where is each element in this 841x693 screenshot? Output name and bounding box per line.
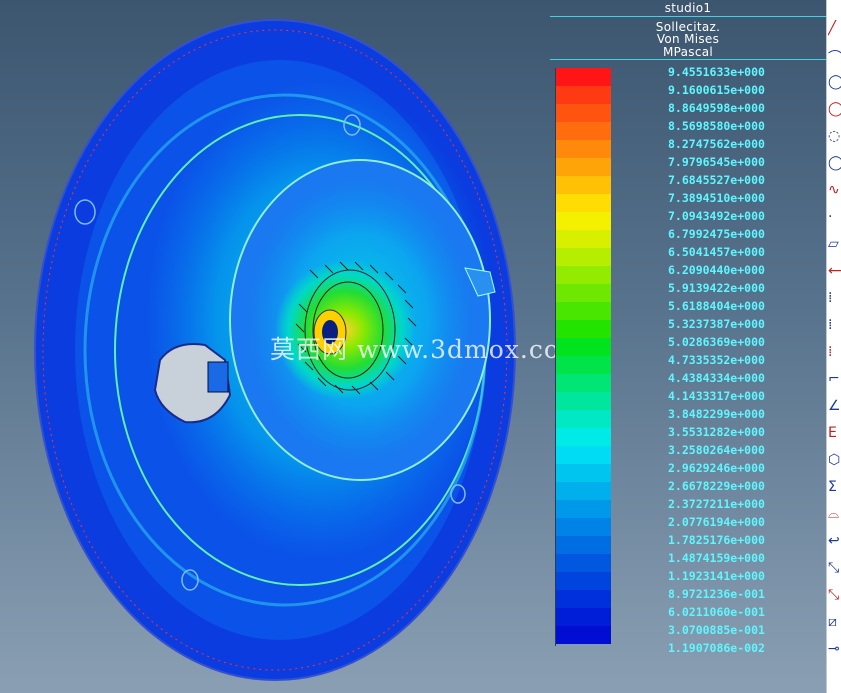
scale-swatch (556, 140, 611, 158)
scale-swatch (556, 536, 611, 554)
scale-swatch (556, 374, 611, 392)
watermark-text: 莫西网 www.3dmox.com (270, 335, 585, 364)
scale-swatch (556, 284, 611, 302)
hook-tool-icon[interactable]: ↩ (828, 533, 841, 551)
scale-swatch (556, 194, 611, 212)
scale-swatch (556, 266, 611, 284)
scale-swatch (556, 68, 611, 86)
dimension-tool-icon[interactable]: ⟷ (828, 263, 841, 281)
scale-value-label: 3.8482299e+000 (668, 407, 765, 421)
scale-value-label: 5.3237387e+000 (668, 317, 765, 331)
scale-value-label: 8.2747562e+000 (668, 137, 765, 151)
trim-tool-icon[interactable]: ⌐ (828, 371, 841, 389)
scale-swatch (556, 86, 611, 104)
scale-value-label: 1.1907086e-002 (668, 641, 765, 655)
scale-value-label: 7.0943492e+000 (668, 209, 765, 223)
scale-value-label: 7.6845527e+000 (668, 173, 765, 187)
spline-tool-icon[interactable]: ∿ (828, 182, 841, 200)
scale-value-label: 3.0700885e-001 (668, 623, 765, 637)
scale-value-label: 1.1923141e+000 (668, 569, 765, 583)
e-tool-icon[interactable]: E (828, 425, 841, 443)
scale-value-label: 5.6188404e+000 (668, 299, 765, 313)
scale-swatch (556, 482, 611, 500)
rectangle-tool-icon[interactable]: ▱ (828, 236, 841, 254)
point-tool-icon[interactable]: · (828, 209, 841, 227)
legend-divider (550, 16, 826, 17)
scale-swatch (556, 356, 611, 374)
scale-swatch (556, 248, 611, 266)
scale-value-label: 9.1600615e+000 (668, 83, 765, 97)
scale-value-label: 1.7825176e+000 (668, 533, 765, 547)
color-scale-bar (555, 68, 611, 646)
legend-criterion: Von Mises (656, 32, 720, 46)
scale-swatch (556, 590, 611, 608)
scale-value-label: 2.6678229e+000 (668, 479, 765, 493)
scale-swatch (556, 446, 611, 464)
legend-title: studio1 (664, 1, 712, 15)
node-tool-icon[interactable]: ⁞ (828, 344, 841, 362)
chamfer-tool-icon[interactable]: ∠ (828, 398, 841, 416)
circle-tool-icon[interactable]: ◯ (828, 74, 841, 92)
scale-swatch (556, 428, 611, 446)
scale-swatch (556, 500, 611, 518)
ellipse-tool-icon[interactable]: ◯ (828, 155, 841, 173)
scale-value-label: 2.3727211e+000 (668, 497, 765, 511)
scale-swatch (556, 572, 611, 590)
scale-value-label: 7.3894510e+000 (668, 191, 765, 205)
scale-value-label: 7.9796545e+000 (668, 155, 765, 169)
scale-value-label: 9.4551633e+000 (668, 65, 765, 79)
scale-swatch (556, 302, 611, 320)
polygon-tool-icon[interactable]: ⬡ (828, 452, 841, 470)
sigma-tool-icon[interactable]: Σ (828, 479, 841, 497)
scale-swatch (556, 464, 611, 482)
scale-value-label: 5.0286369e+000 (668, 335, 765, 349)
circle-3pt-icon[interactable]: ◌ (828, 128, 841, 146)
scale-swatch (556, 608, 611, 626)
fillet-tool-icon[interactable]: ⌓ (828, 506, 841, 524)
node-tool-icon[interactable]: ⁞ (828, 290, 841, 308)
legend-unit: MPascal (662, 44, 714, 59)
scale-value-label: 4.1433317e+000 (668, 389, 765, 403)
scale-value-label: 8.8649598e+000 (668, 101, 765, 115)
node-tool-icon[interactable]: ⁞ (828, 317, 841, 335)
scale-value-label: 1.4874159e+000 (668, 551, 765, 565)
scale-swatch (556, 230, 611, 248)
scale-swatch (556, 122, 611, 140)
scale-value-label: 6.5041457e+000 (668, 245, 765, 259)
circle-tool-icon[interactable]: ◯ (828, 101, 841, 119)
scale-value-label: 6.2090440e+000 (668, 263, 765, 277)
scale-value-label: 6.0211060e-001 (668, 605, 765, 619)
offset-tool-icon[interactable]: ⤡ (828, 560, 841, 578)
scale-swatch (556, 338, 611, 356)
scale-swatch (556, 392, 611, 410)
scale-value-label: 5.9139422e+000 (668, 281, 765, 295)
scale-swatch (556, 626, 611, 644)
scale-swatch (556, 212, 611, 230)
line-tool-icon[interactable]: ╱ (828, 20, 841, 38)
scale-value-label: 8.9721236e-001 (668, 587, 765, 601)
scale-value-label: 3.2580264e+000 (668, 443, 765, 457)
scale-swatch (556, 320, 611, 338)
scale-swatch (556, 158, 611, 176)
scale-swatch (556, 104, 611, 122)
scale-swatch (556, 410, 611, 428)
drawing-toolbar: ╱ ⌒ ◯ ◯ ◌ ◯ ∿ · ▱ ⟷ ⁞ ⁞ ⁞ ⌐ ∠ E ⬡ Σ ⌓ ↩ ⤡ ⤡ ⧄ ⊸ (826, 0, 841, 693)
legend-header: studio1 Sollecitaz. Von Mises MPascal (550, 0, 826, 60)
measure-tool-icon[interactable]: ⊸ (828, 641, 841, 659)
scale-swatch (556, 554, 611, 572)
scale-value-label: 3.5531282e+000 (668, 425, 765, 439)
scale-swatch (556, 176, 611, 194)
scale-swatch (556, 518, 611, 536)
scale-value-label: 6.7992475e+000 (668, 227, 765, 241)
legend-divider (550, 59, 826, 60)
scale-value-label: 2.9629246e+000 (668, 461, 765, 475)
scale-value-label: 4.4384334e+000 (668, 371, 765, 385)
offset-tool-icon[interactable]: ⤡ (828, 587, 841, 605)
arc-tool-icon[interactable]: ⌒ (828, 47, 841, 65)
scale-value-label: 4.7335352e+000 (668, 353, 765, 367)
mirror-tool-icon[interactable]: ⧄ (828, 614, 841, 632)
scale-value-label: 8.5698580e+000 (668, 119, 765, 133)
scale-value-label: 2.0776194e+000 (668, 515, 765, 529)
